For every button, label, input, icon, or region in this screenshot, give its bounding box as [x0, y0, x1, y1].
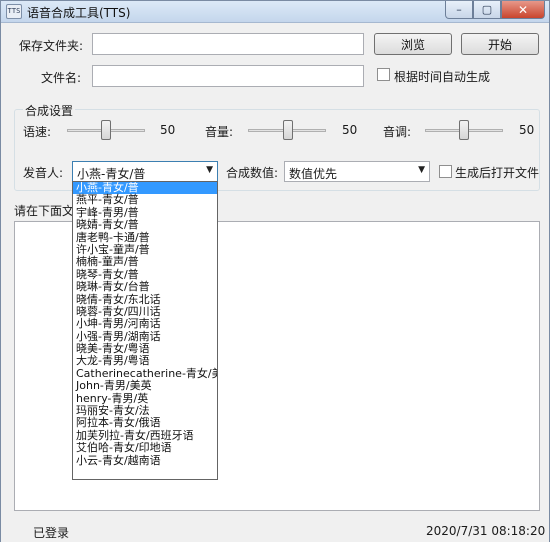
title-bar[interactable]: TTS 语音合成工具(TTS) – ▢ ✕ — [1, 1, 549, 23]
save-folder-input[interactable] — [92, 33, 364, 55]
app-icon: TTS — [6, 4, 22, 19]
speaker-option[interactable]: 小云-青女/越南语 — [73, 454, 217, 467]
maximize-icon: ▢ — [481, 3, 493, 16]
volume-slider-thumb[interactable] — [283, 120, 293, 140]
tts-window: TTS 语音合成工具(TTS) – ▢ ✕ 保存文件夹: 浏览 开始 文件名: … — [0, 0, 550, 542]
speed-label: 语速: — [23, 125, 52, 139]
speed-slider-thumb[interactable] — [101, 120, 111, 140]
speaker-select[interactable]: 小燕-青女/普 ▼ — [72, 161, 218, 182]
param-select-value: 数值优先 — [289, 167, 338, 181]
speaker-option[interactable]: 晓琳-青女/台普 — [73, 280, 217, 293]
speaker-label: 发音人: — [23, 166, 64, 180]
open-after-label: 生成后打开文件 — [455, 166, 540, 180]
window-title: 语音合成工具(TTS) — [27, 6, 131, 20]
pitch-value: 50 — [519, 123, 535, 137]
speaker-option[interactable]: 楠楠-童声/普 — [73, 256, 217, 268]
speaker-dropdown-list[interactable]: 小燕-青女/普 燕平-青女/普 宇峰-青男/普 晓婧-青女/普 唐老鸭-卡通/普… — [72, 181, 218, 480]
window-controls: – ▢ ✕ — [445, 1, 545, 20]
param-label: 合成数值: — [226, 166, 279, 180]
speed-value: 50 — [160, 123, 176, 137]
status-datetime: 2020/7/31 08:18:20 — [426, 524, 546, 538]
pitch-slider-thumb[interactable] — [459, 120, 469, 140]
chevron-down-icon: ▼ — [206, 165, 213, 175]
maximize-button[interactable]: ▢ — [473, 1, 501, 19]
speaker-option[interactable]: 燕平-青女/普 — [73, 194, 217, 206]
login-status: 已登录 — [33, 526, 70, 540]
close-button[interactable]: ✕ — [501, 1, 545, 19]
speaker-option[interactable]: 大龙-青男/粤语 — [73, 355, 217, 367]
param-select[interactable]: 数值优先 ▼ — [284, 161, 430, 182]
save-folder-label: 保存文件夹: — [19, 39, 84, 53]
synthesis-settings-title: 合成设置 — [23, 102, 76, 119]
start-button[interactable]: 开始 — [461, 33, 539, 55]
auto-name-label: 根据时间自动生成 — [394, 70, 491, 84]
minimize-button[interactable]: – — [445, 1, 473, 19]
minimize-icon: – — [456, 3, 462, 16]
speaker-option[interactable]: John-青男/美英 — [73, 380, 217, 392]
speaker-option[interactable]: 小坤-青男/河南话 — [73, 318, 217, 330]
volume-value: 50 — [342, 123, 358, 137]
speaker-option[interactable]: 阿拉本-青女/俄语 — [73, 417, 217, 429]
filename-input[interactable] — [92, 65, 364, 87]
close-icon: ✕ — [517, 2, 529, 17]
speaker-option[interactable]: 晓婧-青女/普 — [73, 218, 217, 231]
speaker-option[interactable]: 艾伯哈-青女/印地语 — [73, 442, 217, 454]
volume-label: 音量: — [205, 125, 234, 139]
browse-button[interactable]: 浏览 — [374, 33, 452, 55]
status-bar: 已登录 2020/7/31 08:18:20 — [1, 518, 549, 542]
pitch-label: 音调: — [383, 125, 412, 139]
open-after-checkbox[interactable] — [439, 165, 452, 178]
auto-name-checkbox[interactable] — [377, 68, 390, 81]
speaker-select-value: 小燕-青女/普 — [77, 167, 146, 181]
chevron-down-icon: ▼ — [418, 165, 425, 175]
filename-label: 文件名: — [41, 71, 82, 85]
